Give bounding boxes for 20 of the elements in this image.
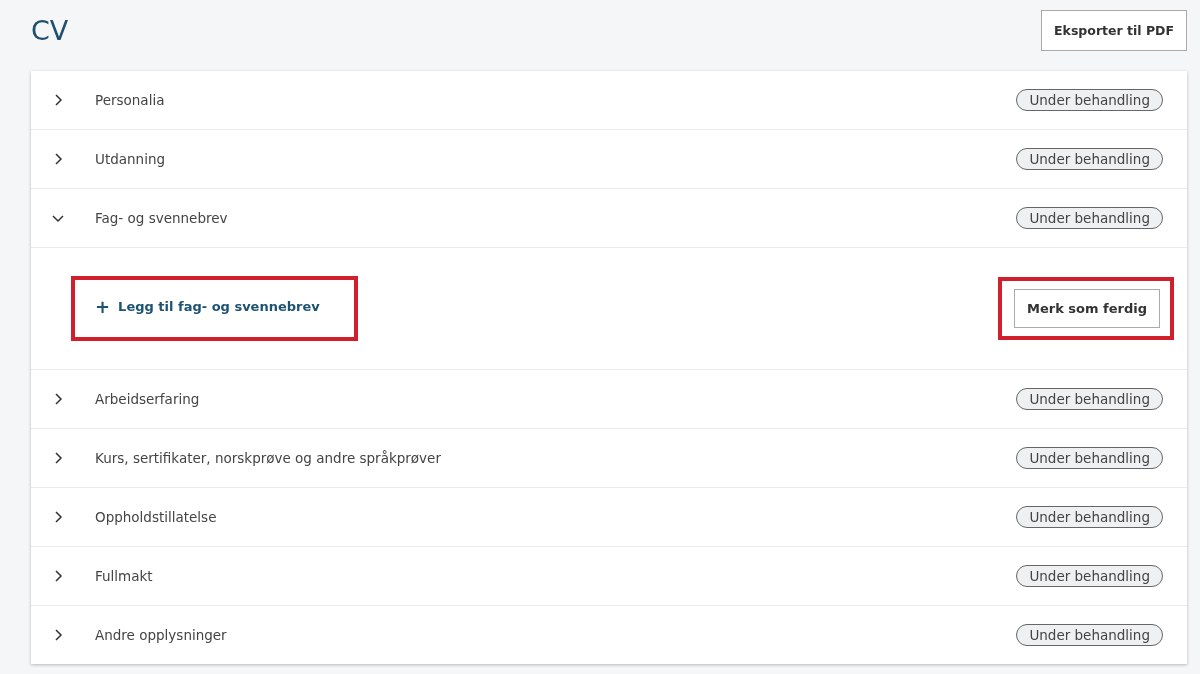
status-badge: Under behandling [1016,207,1163,229]
section-title[interactable]: Fullmakt [95,568,1017,584]
status-badge: Under behandling [1016,388,1163,410]
add-link[interactable]: + Legg til fag- og svennebrev [95,296,320,317]
export-pdf-button[interactable]: Eksporter til PDF [1041,10,1187,51]
section-title[interactable]: Andre opplysninger [95,627,1017,643]
section-title[interactable]: Fag- og svennebrev [95,210,1017,226]
section-title[interactable]: Kurs, sertifikater, norskprøve og andre språkprøver [95,450,1017,466]
section-title[interactable]: Oppholdstillatelse [95,509,1017,525]
status-badge: Under behandling [1016,148,1163,170]
status-badge: Under behandling [1016,89,1163,111]
section-title[interactable]: Utdanning [95,151,1017,167]
status-badge: Under behandling [1016,565,1163,587]
status-badge: Under behandling [1016,506,1163,528]
mark-done-button[interactable]: Merk som ferdig [1013,289,1160,328]
status-badge: Under behandling [1016,447,1163,469]
section-title[interactable]: Arbeidserfaring [95,391,1017,407]
status-badge: Under behandling [1016,624,1163,646]
page-title: CV [31,15,69,46]
section-title[interactable]: Personalia [95,92,1017,108]
